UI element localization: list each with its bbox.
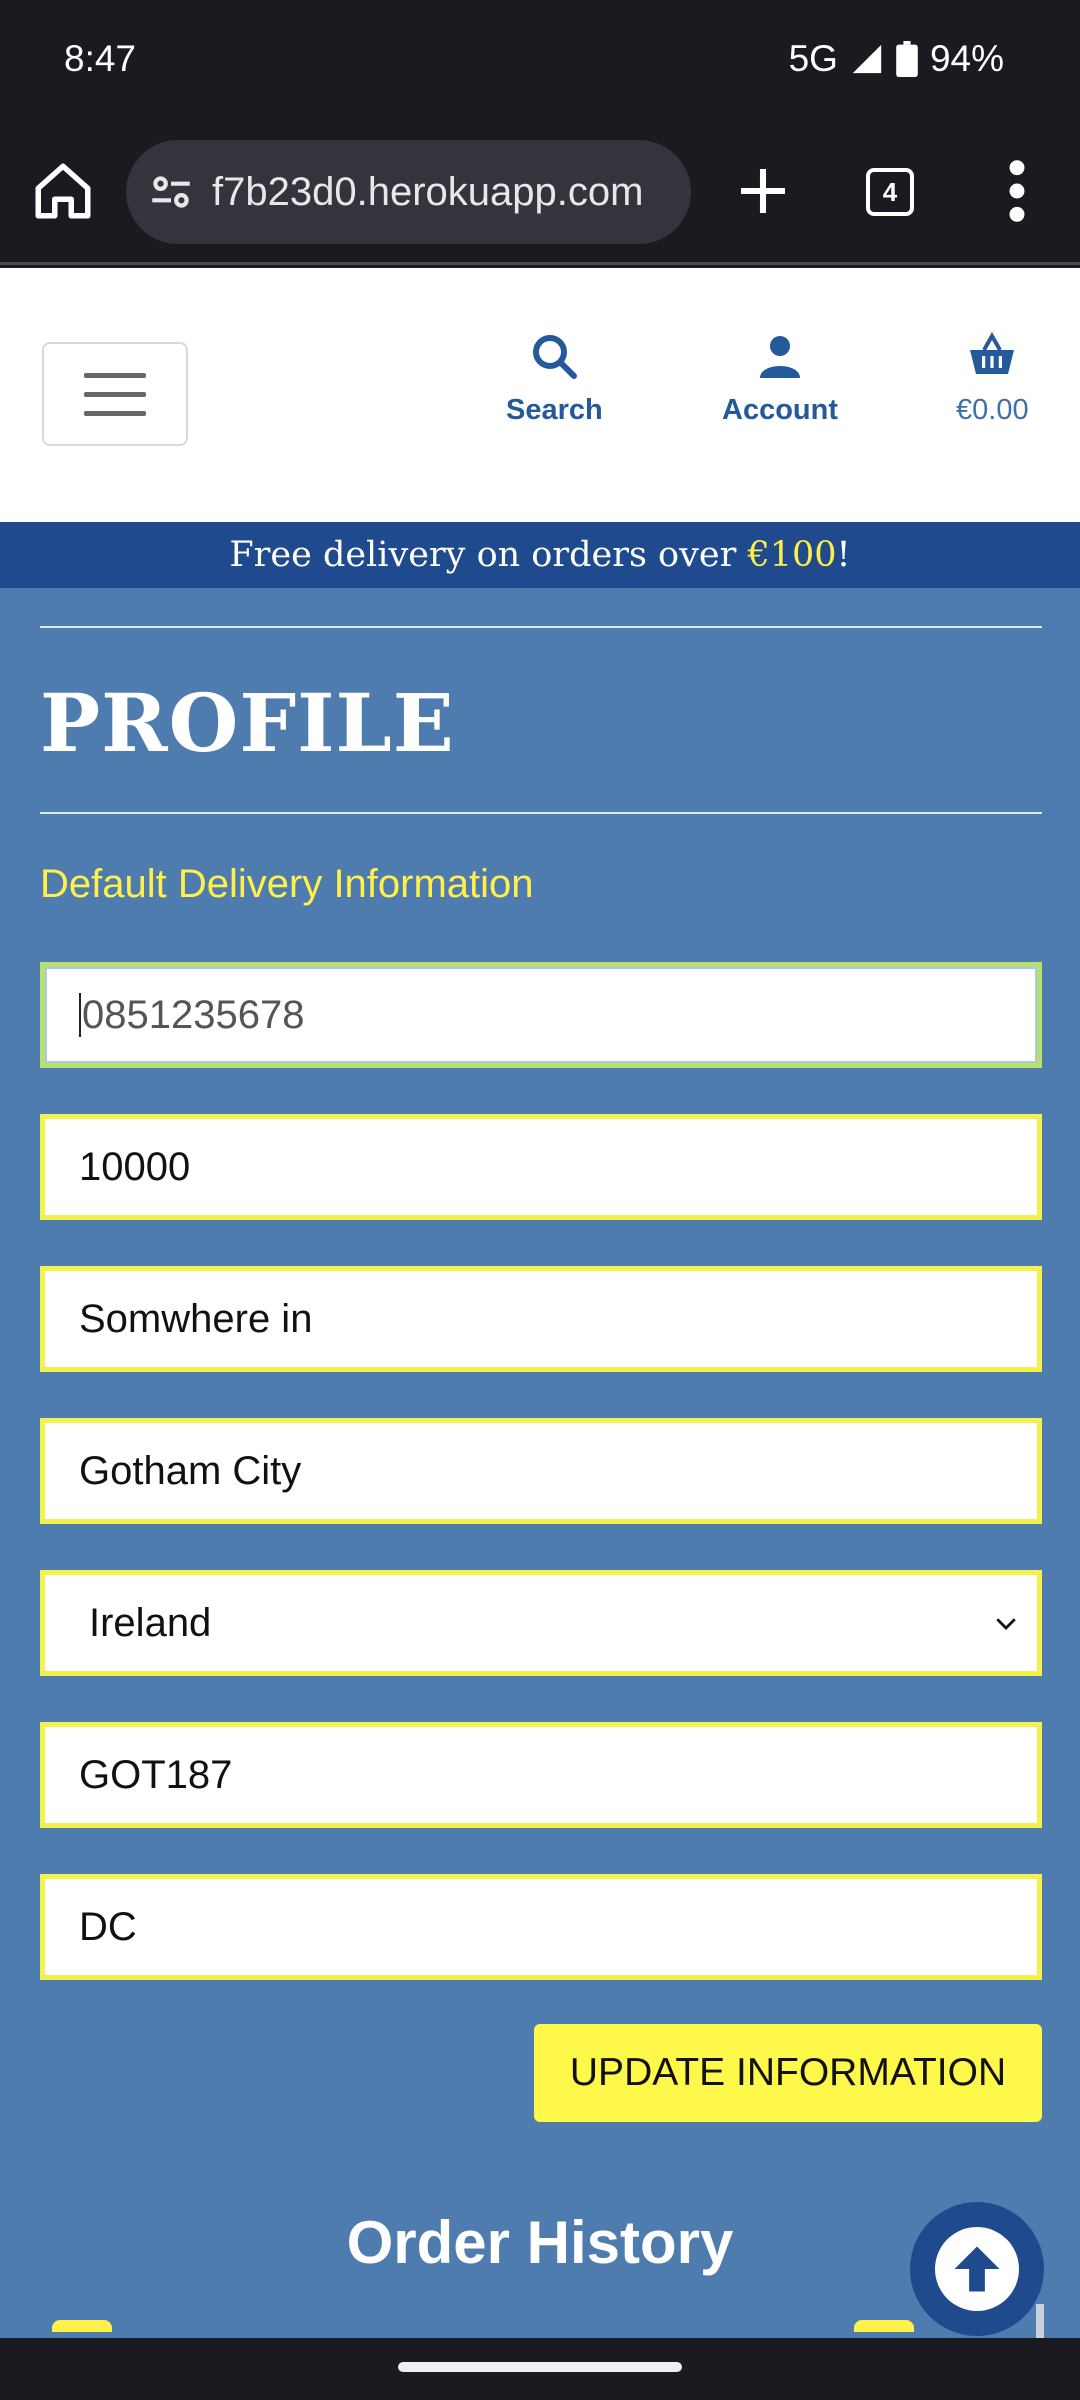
basket-icon bbox=[970, 332, 1015, 374]
signal-icon bbox=[852, 44, 882, 74]
postcode-value: GOT187 bbox=[79, 1752, 233, 1797]
status-bar: 8:47 5G 94% bbox=[0, 0, 1080, 118]
phone-number-input[interactable]: 0851235678 bbox=[40, 962, 1042, 1068]
clock: 8:47 bbox=[64, 38, 137, 79]
promo-threshold: €100 bbox=[747, 535, 837, 575]
street-address-2-input[interactable]: Somwhere in bbox=[40, 1266, 1042, 1372]
table-header-cut bbox=[52, 2312, 122, 2332]
url-text: f7b23d0.herokuapp.com bbox=[212, 169, 644, 214]
arrow-up-icon bbox=[954, 2246, 1000, 2292]
nav-search[interactable]: Search bbox=[506, 332, 603, 427]
browser-toolbar: f7b23d0.herokuapp.com 4 bbox=[0, 118, 1080, 265]
site-settings-icon[interactable] bbox=[146, 167, 196, 217]
update-information-button[interactable]: UPDATE INFORMATION bbox=[534, 2024, 1042, 2122]
divider bbox=[40, 626, 1042, 628]
street-address-1-input[interactable]: 10000 bbox=[40, 1114, 1042, 1220]
free-delivery-banner: Free delivery on orders over €100 ! bbox=[0, 522, 1080, 588]
search-icon bbox=[533, 335, 578, 379]
town-city-input[interactable]: Gotham City bbox=[40, 1418, 1042, 1524]
profile-content: PROFILE Default Delivery Information 085… bbox=[0, 588, 1080, 2338]
basket-total: €0.00 bbox=[956, 394, 1029, 426]
text-cursor bbox=[79, 993, 81, 1037]
promo-text: Free delivery on orders over bbox=[229, 535, 748, 575]
network-type: 5G bbox=[788, 38, 838, 79]
section-heading: Default Delivery Information bbox=[40, 862, 534, 906]
scroll-to-top-inner bbox=[935, 2227, 1019, 2311]
nav-account-label: Account bbox=[722, 394, 838, 426]
user-icon bbox=[760, 336, 800, 378]
gesture-handle[interactable] bbox=[398, 2362, 682, 2372]
street-address-2-value: Somwhere in bbox=[79, 1296, 313, 1341]
nav-basket[interactable]: €0.00 bbox=[956, 332, 1029, 427]
address-bar[interactable]: f7b23d0.herokuapp.com bbox=[126, 140, 691, 244]
county-value: DC bbox=[79, 1904, 137, 1949]
home-icon[interactable] bbox=[30, 158, 96, 224]
new-tab-icon[interactable] bbox=[730, 158, 796, 224]
tab-switcher-button[interactable]: 4 bbox=[866, 168, 914, 216]
scrollbar[interactable] bbox=[1036, 2304, 1044, 2338]
hamburger-line bbox=[84, 410, 146, 416]
divider bbox=[40, 812, 1042, 814]
postcode-input[interactable]: GOT187 bbox=[40, 1722, 1042, 1828]
battery-percent: 94% bbox=[929, 38, 1004, 79]
town-city-value: Gotham City bbox=[79, 1448, 302, 1493]
phone-number-value: 0851235678 bbox=[82, 992, 305, 1037]
promo-exclaim: ! bbox=[836, 535, 851, 575]
navigation-bar bbox=[0, 2338, 1080, 2400]
country-select[interactable]: Ireland bbox=[40, 1570, 1042, 1676]
menu-toggle-button[interactable] bbox=[42, 342, 188, 446]
chevron-down-icon bbox=[996, 1618, 1016, 1630]
table-header-cut bbox=[854, 2312, 924, 2332]
hamburger-line bbox=[84, 391, 146, 397]
site-header: Search Account €0.00 bbox=[0, 268, 1080, 522]
status-indicators: 5G 94% bbox=[789, 38, 1004, 80]
page-title: PROFILE bbox=[40, 676, 455, 770]
battery-icon bbox=[896, 41, 918, 77]
nav-search-label: Search bbox=[506, 394, 603, 426]
scroll-to-top-button[interactable] bbox=[910, 2202, 1044, 2336]
country-value: Ireland bbox=[89, 1600, 212, 1645]
hamburger-line bbox=[84, 372, 146, 378]
nav-account[interactable]: Account bbox=[722, 332, 838, 427]
tab-count: 4 bbox=[882, 176, 898, 207]
more-options-icon[interactable] bbox=[1000, 156, 1034, 226]
county-input[interactable]: DC bbox=[40, 1874, 1042, 1980]
screen: 8:47 5G 94% f7b23d0.herokuapp.com 4 Sear… bbox=[0, 0, 1080, 2400]
street-address-1-value: 10000 bbox=[79, 1144, 191, 1189]
